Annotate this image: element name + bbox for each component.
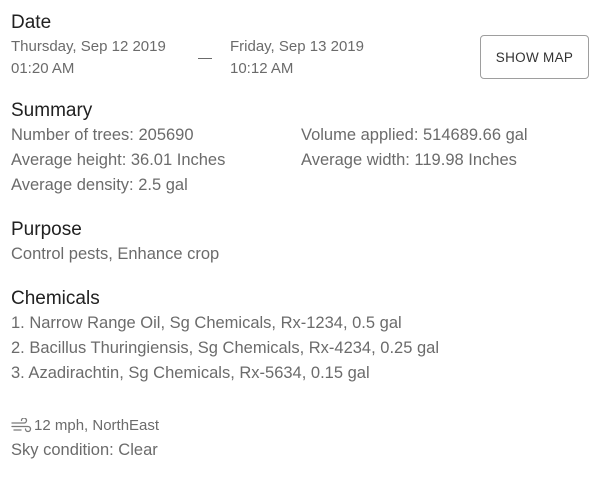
volume-applied: Volume applied: 514689.66 gal (301, 126, 528, 144)
date-range-dash (198, 58, 212, 59)
date-heading: Date (11, 12, 52, 33)
chemical-item: 3. Azadirachtin, Sg Chemicals, Rx-5634, … (11, 364, 370, 382)
number-of-trees: Number of trees: 205690 (11, 126, 194, 144)
start-date: Thursday, Sep 12 2019 (11, 38, 166, 55)
chemical-item: 2. Bacillus Thuringiensis, Sg Chemicals,… (11, 339, 439, 357)
average-height: Average height: 36.01 Inches (11, 151, 226, 169)
end-date: Friday, Sep 13 2019 (230, 38, 364, 55)
chemicals-heading: Chemicals (11, 288, 100, 309)
show-map-button[interactable]: SHOW MAP (480, 35, 589, 79)
average-density: Average density: 2.5 gal (11, 176, 188, 194)
chemical-item: 1. Narrow Range Oil, Sg Chemicals, Rx-12… (11, 314, 402, 332)
start-time: 01:20 AM (11, 60, 75, 77)
end-time: 10:12 AM (230, 60, 294, 77)
purpose-heading: Purpose (11, 219, 82, 240)
purpose-value: Control pests, Enhance crop (11, 245, 220, 263)
wind-icon (11, 416, 33, 434)
wind-speed-direction: 12 mph, NorthEast (34, 417, 160, 434)
summary-heading: Summary (11, 100, 93, 121)
average-width: Average width: 119.98 Inches (301, 151, 517, 169)
wind-row: 12 mph, NorthEast (11, 416, 160, 434)
sky-condition: Sky condition: Clear (11, 441, 158, 459)
